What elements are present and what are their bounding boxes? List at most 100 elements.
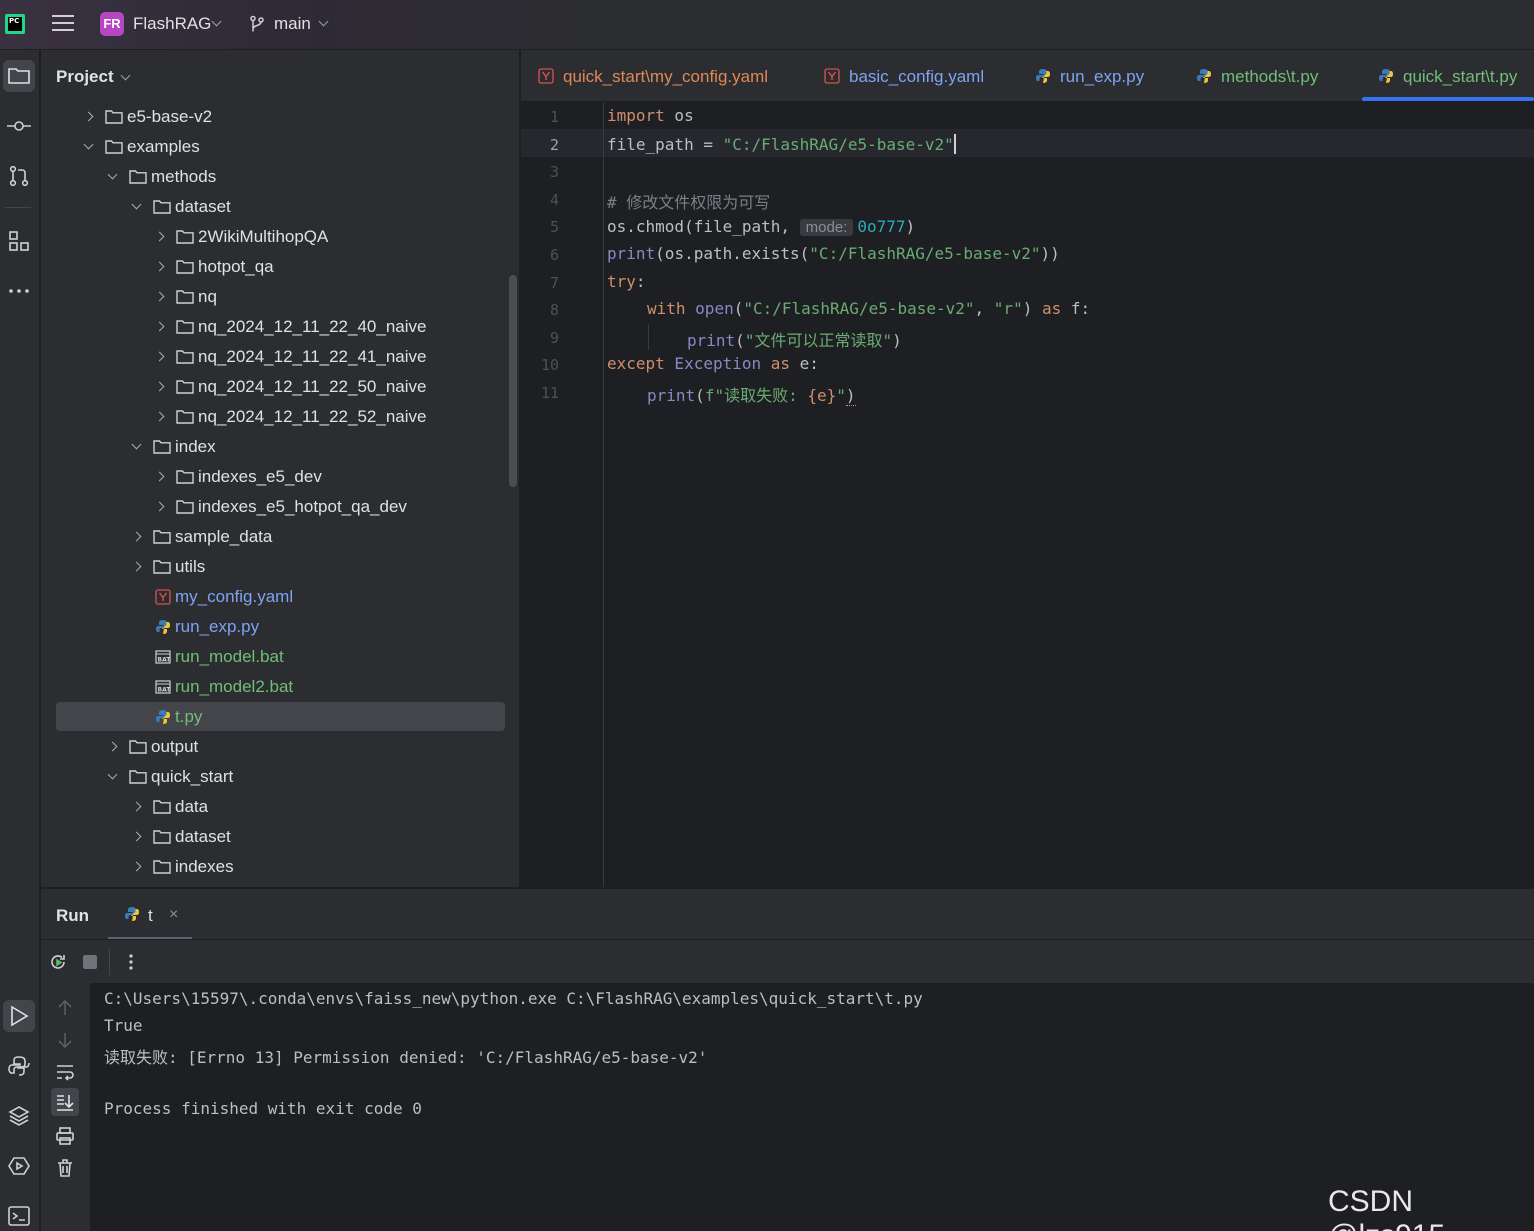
line-number: 4 <box>549 190 559 209</box>
watermark: CSDN @lzs915 <box>1328 1185 1445 1231</box>
run-panel: Run t × C:\Users\15597\.conda\envs\faiss… <box>41 888 1534 1231</box>
folder-icon <box>153 529 171 544</box>
tree-file[interactable]: run_exp.py <box>41 612 519 642</box>
chevron-right-icon[interactable] <box>83 111 94 122</box>
terminal-tool-button[interactable] <box>3 1200 35 1231</box>
tree-folder[interactable]: data <box>41 792 519 822</box>
chevron-down-icon[interactable] <box>131 199 142 210</box>
tree-folder[interactable]: sample_data <box>41 522 519 552</box>
branch-name[interactable]: main <box>274 14 311 34</box>
tree-folder[interactable]: nq_2024_12_11_22_40_naive <box>41 312 519 342</box>
more-options-icon[interactable] <box>121 952 141 972</box>
chevron-down-icon[interactable] <box>107 169 118 180</box>
folder-icon <box>129 739 147 754</box>
tree-item-label: e5-base-v2 <box>127 107 213 126</box>
close-icon[interactable]: × <box>169 906 178 924</box>
print-icon[interactable] <box>55 1126 75 1146</box>
folder-icon <box>153 199 171 214</box>
stop-icon[interactable] <box>81 953 99 971</box>
chevron-right-icon[interactable] <box>131 531 142 542</box>
chevron-right-icon[interactable] <box>131 561 142 572</box>
chevron-right-icon[interactable] <box>154 501 165 512</box>
python-file-icon <box>155 619 171 635</box>
chevron-right-icon[interactable] <box>131 801 142 812</box>
run-tool-button[interactable] <box>3 1000 35 1032</box>
tree-folder[interactable]: nq_2024_12_11_22_52_naive <box>41 402 519 432</box>
tree-file[interactable]: my_config.yaml <box>41 582 519 612</box>
tree-folder[interactable]: e5-base-v2 <box>41 102 519 132</box>
tree-folder[interactable]: 2WikiMultihopQA <box>41 222 519 252</box>
chevron-right-icon[interactable] <box>154 261 165 272</box>
tree-folder[interactable]: output <box>41 732 519 762</box>
tree-folder[interactable]: hotpot_qa <box>41 252 519 282</box>
tree-folder[interactable]: indexes_e5_dev <box>41 462 519 492</box>
project-panel-title[interactable]: Project <box>56 67 131 87</box>
chevron-down-icon[interactable] <box>211 16 222 27</box>
project-tool-button[interactable] <box>3 60 35 92</box>
git-branch-icon[interactable] <box>249 15 265 33</box>
project-scrollbar[interactable] <box>509 275 517 487</box>
tree-folder[interactable]: index <box>41 432 519 462</box>
python-file-icon <box>1035 68 1051 84</box>
folder-icon <box>176 469 194 484</box>
chevron-right-icon[interactable] <box>154 411 165 422</box>
chevron-right-icon[interactable] <box>154 291 165 302</box>
terminal-icon <box>8 1206 30 1226</box>
chevron-right-icon[interactable] <box>154 471 165 482</box>
arrow-up-icon[interactable] <box>55 998 75 1018</box>
main-menu-icon[interactable] <box>52 15 74 33</box>
tree-folder[interactable]: methods <box>41 162 519 192</box>
scroll-to-end-icon <box>57 1095 74 1111</box>
line-number: 1 <box>549 108 559 126</box>
python-packages-tool-button[interactable] <box>3 1100 35 1132</box>
chevron-down-icon[interactable] <box>107 769 118 780</box>
chevron-down-icon[interactable] <box>318 16 329 27</box>
tree-folder[interactable]: nq_2024_12_11_22_50_naive <box>41 372 519 402</box>
project-name[interactable]: FlashRAG <box>133 14 211 34</box>
tree-folder[interactable]: nq <box>41 282 519 312</box>
chevron-right-icon[interactable] <box>131 861 142 872</box>
tree-folder[interactable]: nq_2024_12_11_22_41_naive <box>41 342 519 372</box>
pull-requests-tool-button[interactable] <box>3 160 35 192</box>
python-console-tool-button[interactable] <box>3 1050 35 1082</box>
code-line-6: print(os.path.exists("C:/FlashRAG/e5-bas… <box>607 244 1060 263</box>
more-tools-button[interactable] <box>3 275 35 307</box>
console-output[interactable]: C:\Users\15597\.conda\envs\faiss_new\pyt… <box>90 983 1534 1231</box>
chevron-right-icon[interactable] <box>131 831 142 842</box>
tree-folder[interactable]: examples <box>41 132 519 162</box>
chevron-right-icon[interactable] <box>107 741 118 752</box>
tree-folder[interactable]: quick_start <box>41 762 519 792</box>
tree-file[interactable]: t.py <box>41 702 519 732</box>
folder-icon <box>129 769 147 784</box>
tree-folder[interactable]: dataset <box>41 192 519 222</box>
chevron-right-icon[interactable] <box>154 231 165 242</box>
arrow-down-icon[interactable] <box>55 1030 75 1050</box>
tree-file[interactable]: BAT run_model.bat <box>41 642 519 672</box>
rerun-icon[interactable] <box>48 952 68 972</box>
chevron-down-icon[interactable] <box>120 70 131 81</box>
python-file-icon <box>1378 68 1394 84</box>
tree-folder[interactable]: indexes <box>41 852 519 882</box>
editor-tab-label: quick_start\t.py <box>1403 67 1518 86</box>
tree-folder[interactable]: dataset <box>41 822 519 852</box>
tree-folder[interactable]: indexes_e5_hotpot_qa_dev <box>41 492 519 522</box>
tree-folder[interactable]: utils <box>41 552 519 582</box>
commit-tool-button[interactable] <box>3 110 35 142</box>
code-editor[interactable]: 1 2 3 4 5 6 7 8 9 10 11 import os file_path = "C:/… <box>521 102 1534 887</box>
chevron-right-icon[interactable] <box>154 321 165 332</box>
trash-icon[interactable] <box>55 1158 75 1178</box>
services-tool-button[interactable] <box>3 1150 35 1182</box>
chevron-right-icon[interactable] <box>154 381 165 392</box>
scroll-to-end-button[interactable] <box>51 1088 79 1116</box>
code-line-8: with open("C:/FlashRAG/e5-base-v2", "r")… <box>647 299 1091 318</box>
tree-file[interactable]: BAT run_model2.bat <box>41 672 519 702</box>
tree-item-label: index <box>175 437 216 456</box>
structure-tool-button[interactable] <box>3 225 35 257</box>
chevron-right-icon[interactable] <box>154 351 165 362</box>
project-badge[interactable]: FR <box>100 12 124 36</box>
chevron-down-icon[interactable] <box>131 439 142 450</box>
tree-item-label: nq_2024_12_11_22_52_naive <box>198 407 427 426</box>
indent-guide <box>648 324 649 350</box>
chevron-down-icon[interactable] <box>83 139 94 150</box>
soft-wrap-icon[interactable] <box>55 1062 75 1082</box>
